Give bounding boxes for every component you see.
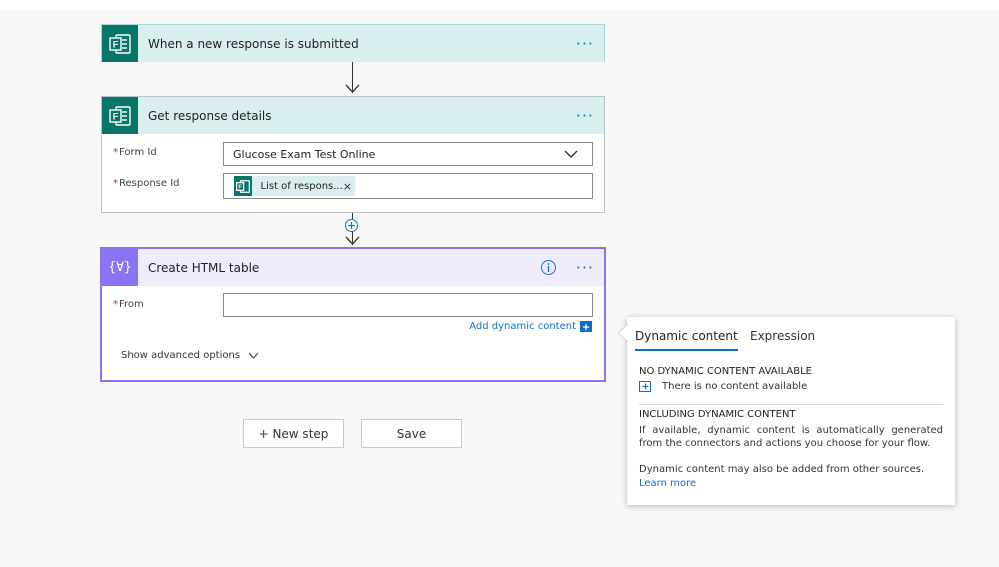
tab-expression[interactable]: Expression: [750, 329, 815, 343]
required-mark: *: [113, 299, 118, 310]
tab-dynamic-content[interactable]: Dynamic content: [635, 329, 738, 351]
popup-pointer: [618, 324, 628, 342]
tab-dynamic-content-label: Dynamic content: [635, 329, 738, 343]
learn-more-link[interactable]: Learn more: [639, 478, 696, 489]
html-card-title: Create HTML table: [148, 260, 260, 275]
info-icon[interactable]: [540, 260, 556, 275]
save-button[interactable]: Save: [361, 419, 462, 448]
from-label-text: From: [119, 299, 144, 310]
top-strip: [0, 0, 999, 10]
from-input[interactable]: [223, 293, 593, 317]
trigger-card-header[interactable]: F When a new response is submitted ···: [102, 25, 604, 62]
from-label: *From: [113, 299, 144, 310]
form-id-label-text: Form Id: [119, 147, 157, 158]
details-card-title: Get response details: [148, 108, 272, 123]
including-heading: INCLUDING DYNAMIC CONTENT: [639, 409, 796, 420]
token-label: List of respons...: [260, 180, 343, 192]
token-remove-button[interactable]: ×: [343, 180, 352, 193]
details-more-options-button[interactable]: ···: [576, 107, 594, 124]
including-text: If available, dynamic content is automat…: [639, 425, 943, 449]
dynamic-content-icon: [639, 381, 651, 392]
add-dynamic-content-text[interactable]: Add dynamic content: [469, 321, 576, 332]
microsoft-forms-icon: F: [102, 25, 138, 62]
list-of-responses-token[interactable]: F List of respons... ×: [234, 176, 355, 196]
response-id-label-text: Response Id: [119, 178, 180, 189]
plus-circle-icon[interactable]: [345, 219, 358, 232]
required-mark: *: [113, 178, 118, 189]
microsoft-forms-icon: F: [102, 97, 138, 134]
connector-arrowhead-icon: [345, 236, 360, 245]
form-id-label: *Form Id: [113, 147, 157, 158]
form-id-value: Glucose Exam Test Online: [233, 147, 376, 161]
response-id-field[interactable]: F List of respons... ×: [223, 173, 593, 199]
add-dynamic-content-link[interactable]: Add dynamic content: [469, 321, 592, 332]
data-operation-icon: {∀}: [102, 249, 138, 286]
form-id-dropdown[interactable]: Glucose Exam Test Online: [223, 142, 593, 166]
connector-arrowhead-icon: [345, 84, 360, 93]
get-response-details-card[interactable]: F Get response details ··· *Form Id Gluc…: [101, 96, 605, 213]
data-operation-icon-glyph: {∀}: [108, 260, 132, 275]
show-advanced-options-toggle[interactable]: Show advanced options: [121, 350, 259, 361]
chevron-down-icon[interactable]: [564, 150, 578, 158]
show-advanced-options-text: Show advanced options: [121, 350, 241, 361]
create-html-table-card[interactable]: {∀} Create HTML table ··· *From Add dyna…: [100, 247, 606, 382]
svg-text:F: F: [113, 111, 119, 121]
trigger-more-options-button[interactable]: ···: [576, 35, 594, 52]
response-id-label: *Response Id: [113, 178, 180, 189]
panel-divider: [639, 404, 943, 405]
dynamic-content-panel[interactable]: Dynamic content Expression NO DYNAMIC CO…: [618, 317, 955, 505]
trigger-card-title: When a new response is submitted: [148, 36, 359, 51]
html-more-options-button[interactable]: ···: [576, 259, 594, 276]
no-content-row: There is no content available: [639, 381, 807, 392]
trigger-card[interactable]: F When a new response is submitted ···: [101, 24, 605, 62]
svg-text:F: F: [238, 184, 242, 190]
chevron-down-icon: [248, 352, 259, 359]
other-sources-text: Dynamic content may also be added from o…: [639, 464, 925, 475]
microsoft-forms-icon: F: [234, 176, 252, 196]
details-card-header[interactable]: F Get response details ···: [102, 97, 604, 134]
tab-expression-label: Expression: [750, 329, 816, 343]
new-step-button[interactable]: + New step: [243, 419, 344, 448]
required-mark: *: [113, 147, 118, 158]
add-dynamic-content-icon[interactable]: [580, 321, 592, 332]
html-card-header[interactable]: {∀} Create HTML table ···: [102, 249, 604, 286]
no-content-text: There is no content available: [662, 381, 808, 392]
svg-text:F: F: [113, 39, 119, 49]
no-content-heading: NO DYNAMIC CONTENT AVAILABLE: [639, 366, 812, 377]
